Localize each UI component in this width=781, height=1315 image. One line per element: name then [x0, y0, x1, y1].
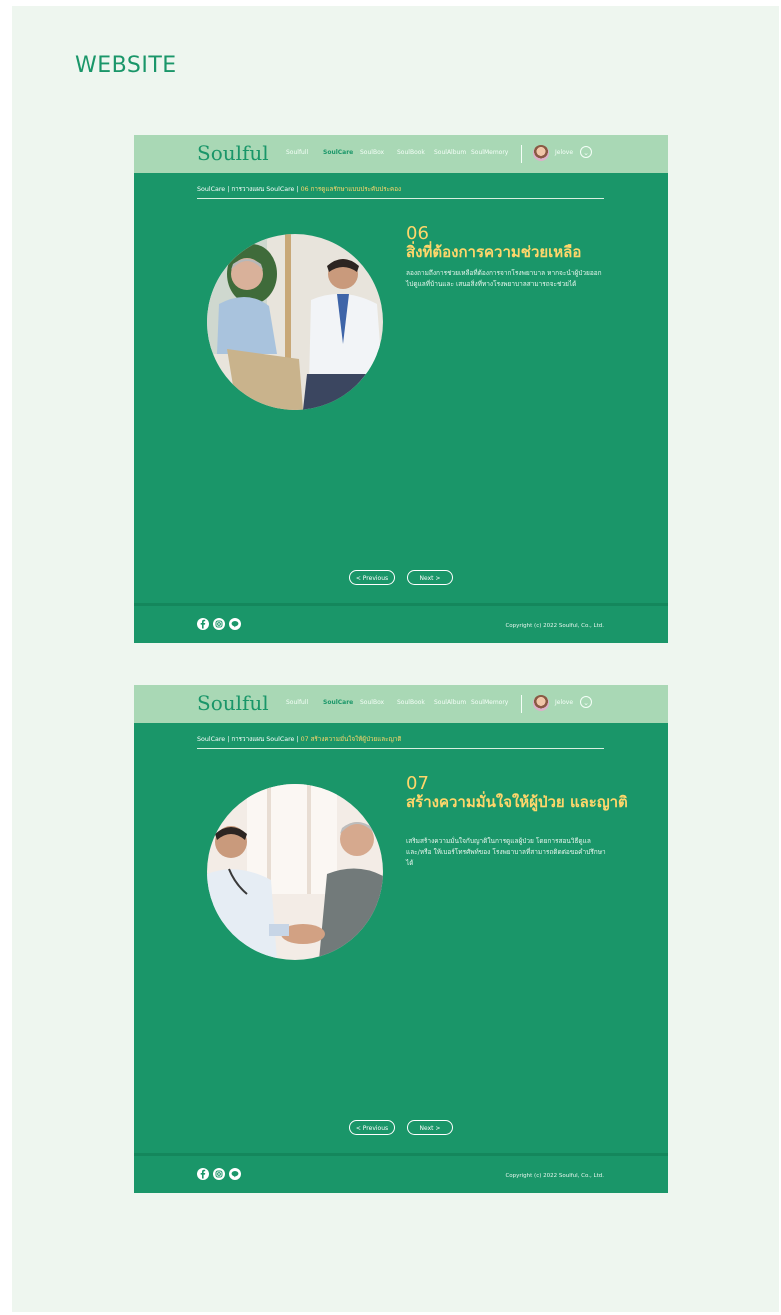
next-button[interactable]: Next >	[407, 570, 453, 585]
facebook-icon[interactable]	[197, 618, 209, 630]
breadcrumb-section[interactable]: การวางแผน SoulCare	[231, 736, 294, 743]
website-mockup-step-06: Soulful Soulfull SoulCare SoulBox SoulBo…	[134, 135, 668, 643]
breadcrumb: SoulCare | การวางแผน SoulCare | 06 การดู…	[197, 184, 401, 194]
website-mockup-step-07: Soulful Soulfull SoulCare SoulBox SoulBo…	[134, 685, 668, 1193]
nav-link-soulcare[interactable]: SoulCare	[323, 699, 360, 706]
social-links	[197, 618, 241, 630]
next-button[interactable]: Next >	[407, 1120, 453, 1135]
pagination: < Previous Next >	[349, 570, 453, 585]
photo-doctor-handshake	[207, 784, 383, 960]
logo[interactable]: Soulful	[197, 141, 269, 165]
step-description: ลองถามถึงการช่วยเหลือที่ต้องการจากโรงพยา…	[406, 269, 602, 288]
navbar: Soulful Soulfull SoulCare SoulBox SoulBo…	[134, 135, 668, 173]
nav-divider	[521, 145, 522, 163]
breadcrumb-root[interactable]: SoulCare	[197, 736, 225, 743]
navbar: Soulful Soulfull SoulCare SoulBox SoulBo…	[134, 685, 668, 723]
user-name[interactable]: Jelove	[555, 699, 573, 706]
nav-link-soulmemory[interactable]: SoulMemory	[471, 699, 508, 706]
nav-divider	[521, 695, 522, 713]
nav-link-soulfull[interactable]: Soulfull	[286, 699, 323, 706]
breadcrumb-current: 07 สร้างความมั่นใจให้ผู้ป่วยและญาติ	[300, 736, 402, 743]
nav-link-soulcare[interactable]: SoulCare	[323, 149, 360, 156]
breadcrumb: SoulCare | การวางแผน SoulCare | 07 สร้าง…	[197, 734, 402, 744]
nav-link-soulbook[interactable]: SoulBook	[397, 149, 434, 156]
breadcrumb-current: 06 การดูแลรักษาแบบประคับประคอง	[300, 186, 402, 193]
copyright: Copyright (c) 2022 Soulful, Co., Ltd.	[505, 623, 604, 629]
nav-links: Soulfull SoulCare SoulBox SoulBook SoulA…	[286, 699, 508, 706]
step-title: สร้างความมั่นใจให้ผู้ป่วย และญาติ	[406, 793, 628, 811]
copyright: Copyright (c) 2022 Soulful, Co., Ltd.	[505, 1173, 604, 1179]
page-heading: WEBSITE	[75, 53, 177, 78]
breadcrumb-divider	[197, 748, 604, 749]
footer: Copyright (c) 2022 Soulful, Co., Ltd.	[134, 603, 668, 643]
breadcrumb-divider	[197, 198, 604, 199]
logo[interactable]: Soulful	[197, 691, 269, 715]
step-title: สิ่งที่ต้องการความช่วยเหลือ	[406, 243, 582, 261]
avatar[interactable]	[533, 145, 549, 161]
breadcrumb-section[interactable]: การวางแผน SoulCare	[231, 186, 294, 193]
facebook-icon[interactable]	[197, 1168, 209, 1180]
avatar[interactable]	[533, 695, 549, 711]
step-description: เสริมสร้างความมั่นใจกับญาติในการดูแลผู้ป…	[406, 837, 606, 867]
social-links	[197, 1168, 241, 1180]
nav-link-soulfull[interactable]: Soulfull	[286, 149, 323, 156]
user-name[interactable]: Jelove	[555, 149, 573, 156]
previous-button[interactable]: < Previous	[349, 570, 395, 585]
nav-link-soulalbum[interactable]: SoulAlbum	[434, 699, 471, 706]
breadcrumb-root[interactable]: SoulCare	[197, 186, 225, 193]
instagram-icon[interactable]	[213, 1168, 225, 1180]
nav-links: Soulfull SoulCare SoulBox SoulBook SoulA…	[286, 149, 508, 156]
nav-link-soulalbum[interactable]: SoulAlbum	[434, 149, 471, 156]
nav-link-soulmemory[interactable]: SoulMemory	[471, 149, 508, 156]
chevron-down-icon[interactable]: ⌄	[580, 696, 592, 708]
nav-link-soulbox[interactable]: SoulBox	[360, 699, 397, 706]
pagination: < Previous Next >	[349, 1120, 453, 1135]
step-number: 06	[406, 223, 429, 244]
nav-link-soulbox[interactable]: SoulBox	[360, 149, 397, 156]
photo-patient-consultation	[207, 234, 383, 410]
step-number: 07	[406, 773, 429, 794]
line-icon[interactable]	[229, 618, 241, 630]
footer: Copyright (c) 2022 Soulful, Co., Ltd.	[134, 1153, 668, 1193]
chevron-down-icon[interactable]: ⌄	[580, 146, 592, 158]
previous-button[interactable]: < Previous	[349, 1120, 395, 1135]
line-icon[interactable]	[229, 1168, 241, 1180]
instagram-icon[interactable]	[213, 618, 225, 630]
nav-link-soulbook[interactable]: SoulBook	[397, 699, 434, 706]
